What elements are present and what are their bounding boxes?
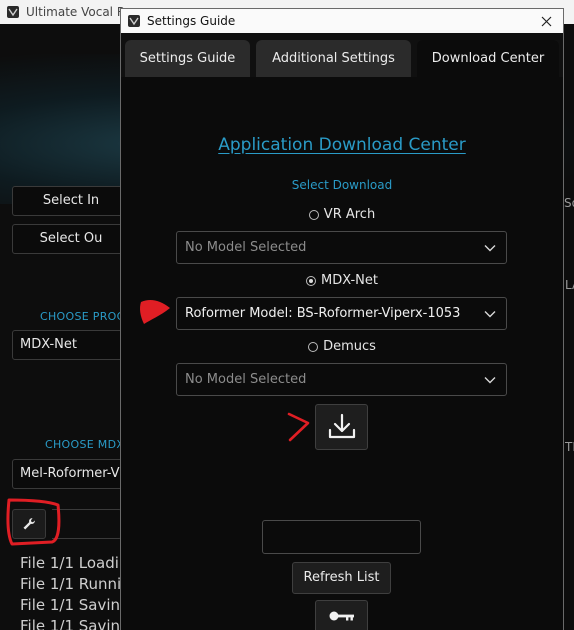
model-select[interactable]: Mel-Roformer-V [12,459,130,489]
dropdown-value: No Model Selected [185,240,307,255]
chevron-down-icon [484,310,496,317]
radio-indicator [308,209,319,220]
screen: Ultimate Vocal Re Select In Select Ou CH… [0,0,574,630]
radio-indicator [306,275,316,286]
radio-demucs[interactable]: Demucs [121,339,563,354]
key-icon [329,611,354,621]
select-input-button[interactable]: Select In [12,186,130,216]
close-icon [541,16,551,26]
demucs-model-dropdown[interactable]: No Model Selected [176,363,507,396]
log-line: File 1/1 Saving [20,617,130,630]
app-title: Ultimate Vocal Re [26,5,133,19]
logo-icon [128,15,140,27]
radio-vr-arch[interactable]: VR Arch [121,207,563,222]
download-button[interactable] [315,404,368,450]
radio-label: MDX-Net [321,273,378,288]
refresh-list-button[interactable]: Refresh List [292,562,391,594]
right-fragment-mid: LA [565,278,574,292]
log-line: File 1/1 Runnin [20,575,131,593]
process-method-select[interactable]: MDX-Net [12,330,130,360]
mdx-net-model-dropdown[interactable]: Roformer Model: BS-Roformer-Viperx-1053 [176,297,507,330]
settings-tool-button[interactable] [12,509,46,539]
tab-download-center[interactable]: Download Center [417,40,559,77]
tab-bar: Settings Guide Additional Settings Downl… [121,33,563,77]
right-fragment-low: TI [565,440,574,454]
tab-settings-guide[interactable]: Settings Guide [125,40,250,77]
download-center-heading[interactable]: Application Download Center [121,135,563,155]
wrench-icon [23,518,35,530]
radio-mdx-net[interactable]: MDX-Net [121,273,563,288]
log-line: File 1/1 Saving [20,596,130,614]
select-download-label: Select Download [291,178,393,192]
settings-tool-bar [52,509,122,539]
key-button[interactable] [315,600,368,630]
choose-model-label: CHOOSE MDX [45,438,125,451]
dropdown-value: No Model Selected [185,372,307,387]
log-line: File 1/1 Loadin [20,554,129,572]
right-fragment-top: So [564,196,574,210]
select-output-button[interactable]: Select Ou [12,224,130,254]
chevron-down-icon [484,244,496,251]
dropdown-value: Roformer Model: BS-Roformer-Viperx-1053 [185,306,461,321]
close-button[interactable] [537,12,555,30]
dialog-titlebar: Settings Guide [121,9,563,33]
radio-label: VR Arch [323,207,376,222]
tab-additional-settings[interactable]: Additional Settings [256,40,411,77]
vr-arch-model-dropdown[interactable]: No Model Selected [176,231,507,264]
download-icon [328,413,355,439]
download-code-input[interactable] [262,520,421,554]
dialog-title: Settings Guide [147,14,236,28]
radio-indicator [308,341,319,352]
download-center-panel: Application Download Center Select Downl… [121,77,563,630]
radio-label: Demucs [323,339,376,354]
settings-guide-dialog: Settings Guide Settings Guide Additional… [120,8,564,630]
choose-process-label: CHOOSE PROC [40,310,125,323]
logo-icon [7,6,19,18]
chevron-down-icon [484,376,496,383]
